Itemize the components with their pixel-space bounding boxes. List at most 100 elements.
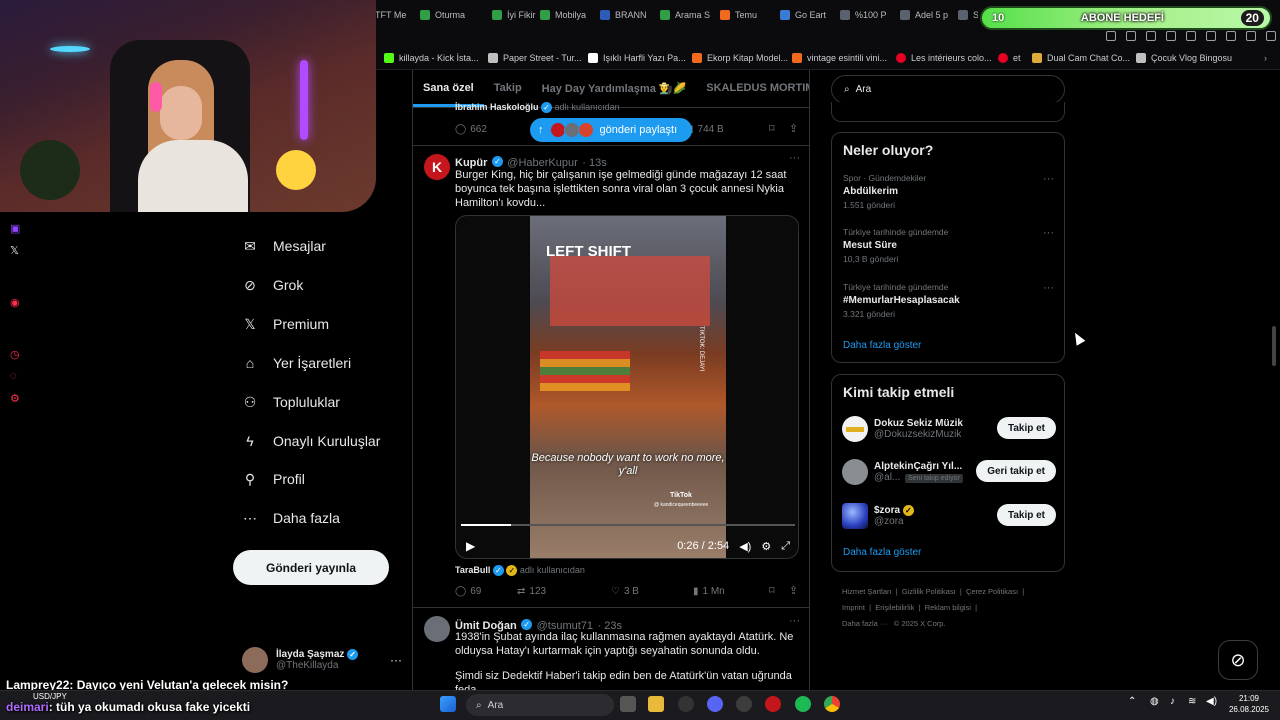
nav-profile[interactable]: ⚲ Profil <box>242 471 305 488</box>
more-icon[interactable]: ··· <box>1043 282 1054 294</box>
tab-skaledus[interactable]: SKALEDUS MORTIMAS <box>696 70 809 107</box>
clock-icon[interactable]: ◷ <box>10 348 24 362</box>
microphone-icon[interactable]: ♪ <box>1170 696 1186 712</box>
bookmark[interactable]: vintage esintili vini... <box>792 53 887 63</box>
extension-icon[interactable] <box>1166 31 1176 41</box>
gear-icon[interactable]: ⚙ <box>761 540 771 553</box>
settings-icon[interactable]: ⚙ <box>10 392 24 406</box>
bookmark-icon[interactable]: ⌑ <box>769 122 775 135</box>
follow-suggestion[interactable]: Dokuz Sekiz Müzik @DokuzsekizMuzik Takip … <box>842 413 1056 445</box>
trend-item[interactable]: Türkiye tarihinde gündemde Mesut Süre 10… <box>843 227 1043 264</box>
follow-back-button[interactable]: Geri takip et <box>976 460 1056 482</box>
nav-messages[interactable]: ✉ Mesajlar <box>242 238 326 255</box>
system-clock[interactable]: 21:09 26.08.2025 <box>1224 693 1274 715</box>
volume-icon[interactable]: ◀) <box>1206 696 1222 712</box>
menu-icon[interactable] <box>1266 31 1276 41</box>
search-input[interactable]: ⌕ Ara <box>831 75 1065 104</box>
bookmarks-overflow-icon[interactable]: › <box>1264 53 1267 63</box>
browser-tab[interactable]: Arama S <box>660 6 716 24</box>
bookmark[interactable]: Ekorp Kitap Model... <box>692 53 788 63</box>
bookmark[interactable]: Işıklı Harfli Yazı Pa... <box>588 53 686 63</box>
bookmark[interactable]: Çocuk Vlog Bingosu <box>1136 53 1232 63</box>
footer-link[interactable]: Gizlilik Politikası <box>902 587 956 596</box>
more-icon[interactable]: ··· <box>1043 227 1054 239</box>
browser-tab[interactable]: Mobilya <box>540 6 596 24</box>
windows-start-icon[interactable] <box>440 696 456 712</box>
nav-communities[interactable]: ⚇ Topluluklar <box>242 394 340 411</box>
trend-item[interactable]: Spor · Gündemdekiler Abdülkerim 1.551 gö… <box>843 173 1043 210</box>
views-count[interactable]: ▮744 B <box>688 124 724 135</box>
bookmark[interactable]: Les intérieurs colo... <box>896 53 992 63</box>
spotify-icon[interactable] <box>795 696 811 712</box>
wifi-icon[interactable]: ≋ <box>1188 696 1204 712</box>
footer-link[interactable]: Reklam bilgisi <box>925 603 971 612</box>
bookmark-icon[interactable]: ⌑ <box>769 584 775 597</box>
more-icon[interactable]: ··· <box>789 152 800 164</box>
opera-icon[interactable] <box>765 696 781 712</box>
bookmark[interactable]: et <box>998 53 1021 63</box>
footer-link[interactable]: Çerez Politikası <box>966 587 1018 596</box>
more-icon[interactable]: ··· <box>789 615 800 627</box>
share-icon[interactable]: ⇪ <box>789 584 798 597</box>
share-icon[interactable]: ⇪ <box>789 122 798 135</box>
avatar[interactable]: K <box>424 154 450 180</box>
chat-icon[interactable]: ◌ <box>10 370 24 384</box>
heart-icon[interactable] <box>1186 31 1196 41</box>
extension-icon[interactable] <box>1206 31 1216 41</box>
settings-icon[interactable] <box>678 696 694 712</box>
taskbar-search[interactable]: ⌕ Ara <box>466 694 614 716</box>
footer-link[interactable]: Hizmet Şartları <box>842 587 892 596</box>
follow-suggestion[interactable]: $zora ✓ @zora Takip et <box>842 500 1056 532</box>
video-player[interactable]: LEFT SHIFT TIKTOK: DEJAYI Because nobody… <box>455 215 799 559</box>
trend-item[interactable]: Türkiye tarihinde gündemde #MemurlarHesa… <box>843 282 1043 319</box>
follow-button[interactable]: Takip et <box>996 504 1056 526</box>
chrome-icon[interactable] <box>824 696 840 712</box>
footer-link[interactable]: Erişilebilirlik <box>875 603 914 612</box>
bookmark[interactable]: killayda - Kick İsta... <box>384 53 479 63</box>
extension-icon[interactable] <box>1226 31 1236 41</box>
app-icon[interactable] <box>736 696 752 712</box>
extension-icon[interactable] <box>1146 31 1156 41</box>
network-icon[interactable]: ◍ <box>1150 696 1166 712</box>
volume-icon[interactable]: ◀) <box>739 540 751 553</box>
browser-tab[interactable]: Adel 5 p <box>900 6 950 24</box>
nav-grok[interactable]: ⊘ Grok <box>242 277 303 294</box>
browser-tab[interactable]: BRANN <box>600 6 650 24</box>
extension-icon[interactable] <box>1126 31 1136 41</box>
footer-link[interactable]: Daha fazla ··· <box>842 619 887 628</box>
like-button[interactable]: ♡ 3 B <box>611 586 639 597</box>
repost-button[interactable]: ⇄ 123 <box>517 586 546 597</box>
nav-verified-orgs[interactable]: ϟ Onaylı Kuruluşlar <box>242 433 380 449</box>
reply-button[interactable]: ◯ 662 <box>455 124 487 135</box>
browser-tab[interactable]: %100 P <box>840 6 890 24</box>
trends-show-more[interactable]: Daha fazla göster <box>843 340 921 351</box>
browser-tab[interactable]: S <box>958 6 978 24</box>
task-view-icon[interactable] <box>620 696 636 712</box>
grok-button[interactable]: ⊘ <box>1218 640 1258 680</box>
post-button[interactable]: Gönderi yayınla <box>233 550 389 585</box>
play-icon[interactable]: ▶ <box>466 539 475 553</box>
bookmark[interactable]: Dual Cam Chat Co... <box>1032 53 1130 63</box>
nav-bookmarks[interactable]: ⌂ Yer İşaretleri <box>242 355 351 371</box>
download-icon[interactable] <box>1246 31 1256 41</box>
browser-tab[interactable]: Temu <box>720 6 770 24</box>
who-to-follow-show-more[interactable]: Daha fazla göster <box>843 547 921 558</box>
avatar[interactable] <box>424 616 450 642</box>
reply-button[interactable]: ◯ 69 <box>455 586 481 597</box>
extension-icon[interactable] <box>1106 31 1116 41</box>
scrollbar[interactable] <box>1272 326 1276 366</box>
fullscreen-icon[interactable]: ⤢ <box>781 540 790 553</box>
bookmark[interactable]: Paper Street - Tur... <box>488 53 582 63</box>
twitch-icon[interactable]: ▣ <box>10 222 24 236</box>
browser-tab[interactable]: İyi Fikir <box>492 6 542 24</box>
more-icon[interactable]: ··· <box>1043 173 1054 185</box>
follow-suggestion[interactable]: AlptekinÇağrı Yıl... @al... Seni takip ed… <box>842 456 1056 488</box>
footer-link[interactable]: Imprint <box>842 603 865 612</box>
chevron-up-icon[interactable]: ⌃ <box>1128 696 1144 712</box>
new-posts-pill[interactable]: ↑ gönderi paylaştı <box>530 118 692 142</box>
follow-button[interactable]: Takip et <box>996 417 1056 439</box>
discord-icon[interactable] <box>707 696 723 712</box>
more-icon[interactable]: ··· <box>390 653 402 667</box>
nav-premium[interactable]: 𝕏 Premium <box>242 316 329 333</box>
record-icon[interactable]: ◉ <box>10 296 24 310</box>
